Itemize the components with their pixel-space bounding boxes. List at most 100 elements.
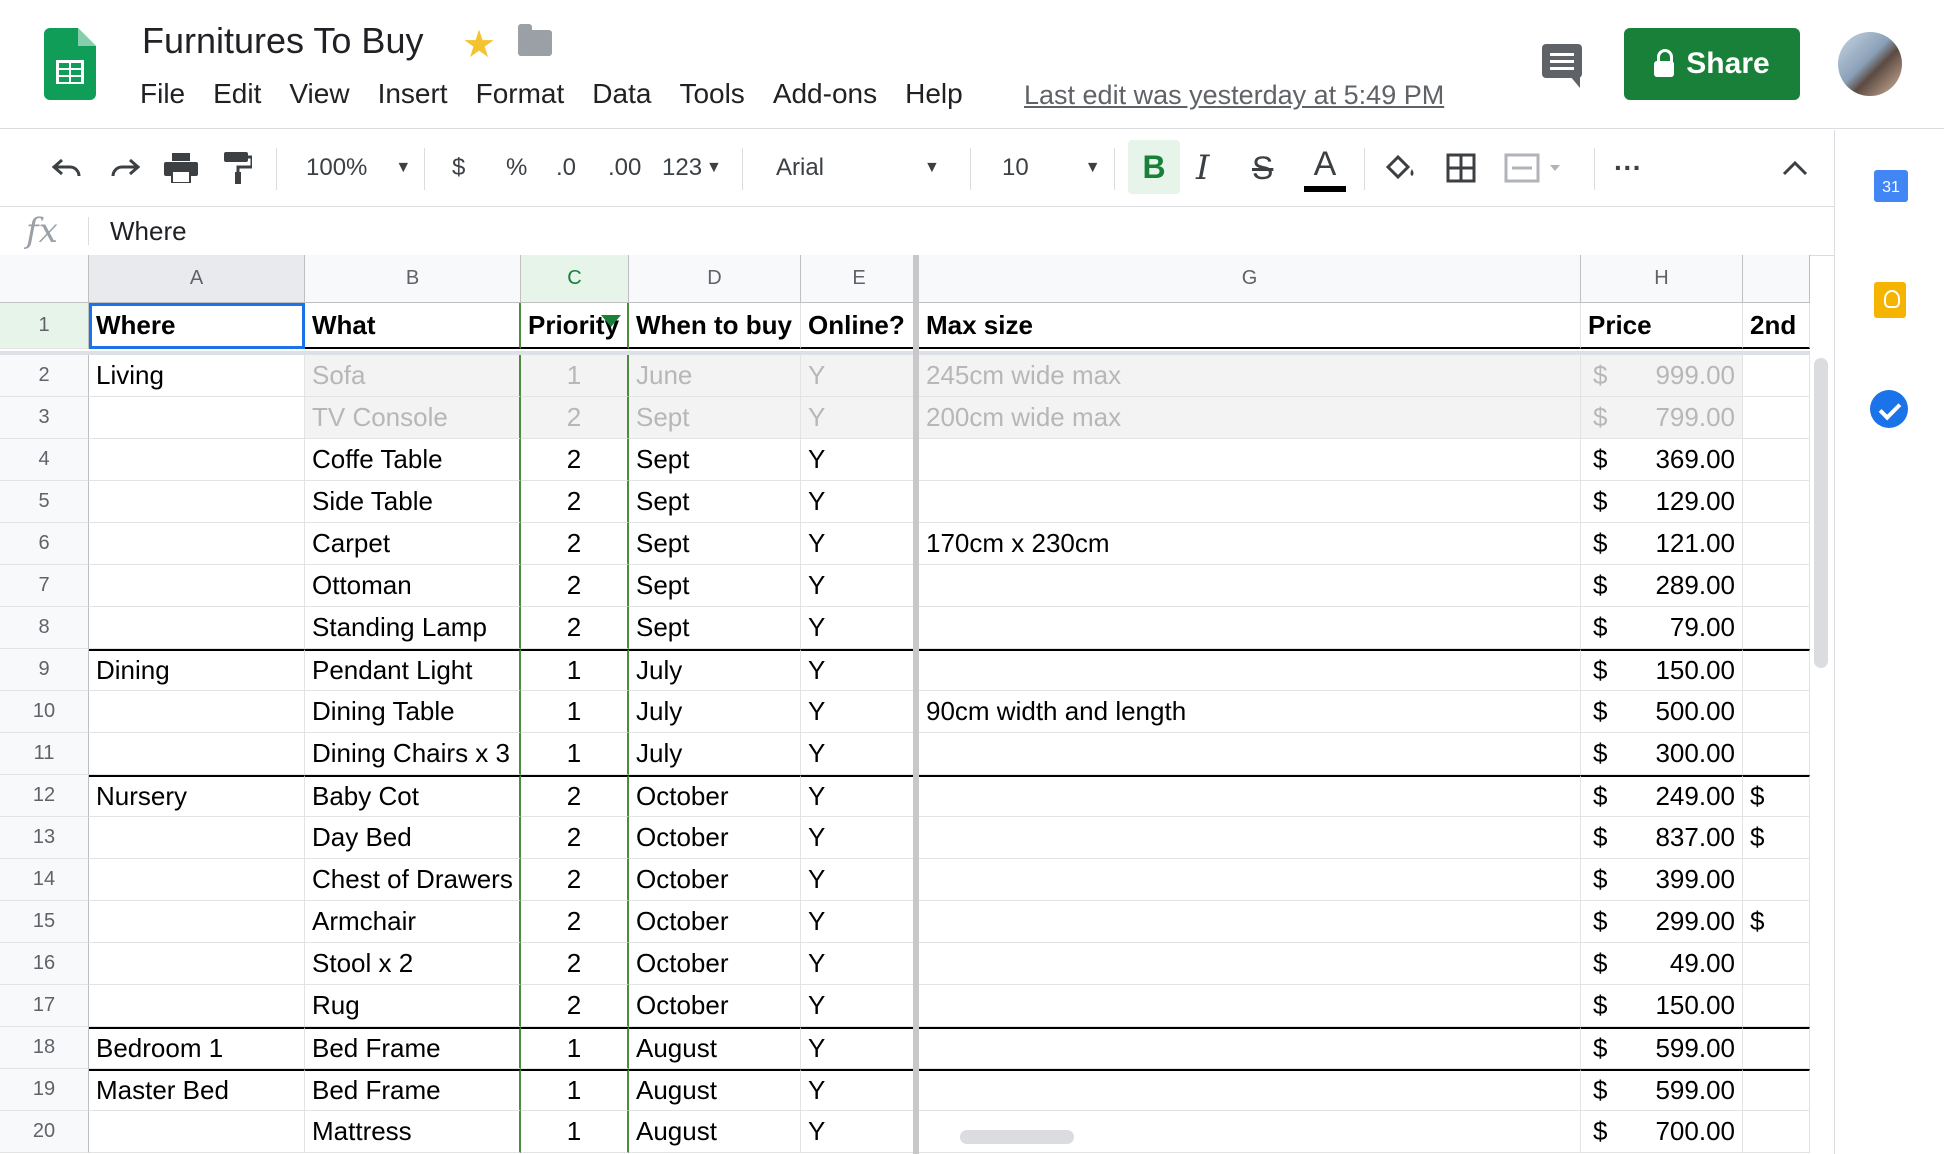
- table-cell[interactable]: 2: [521, 523, 629, 565]
- table-cell[interactable]: Standing Lamp: [305, 607, 521, 649]
- table-cell[interactable]: 200cm wide max: [919, 397, 1581, 439]
- table-cell[interactable]: Y: [801, 523, 918, 565]
- column-header[interactable]: E: [801, 255, 918, 303]
- table-cell[interactable]: [1743, 733, 1810, 775]
- table-cell[interactable]: October: [629, 775, 801, 817]
- horizontal-scrollbar[interactable]: [960, 1130, 1074, 1144]
- table-cell[interactable]: Mattress: [305, 1111, 521, 1153]
- font-size-select[interactable]: 10 ▼: [1002, 130, 1101, 206]
- table-cell[interactable]: TV Console: [305, 397, 521, 439]
- table-cell[interactable]: [919, 733, 1581, 775]
- price-cell[interactable]: 49.00 $: [1581, 943, 1743, 985]
- font-select[interactable]: Arial ▼: [776, 130, 940, 206]
- table-cell[interactable]: [1743, 859, 1810, 901]
- row-header[interactable]: 9: [0, 649, 89, 691]
- table-cell[interactable]: October: [629, 985, 801, 1027]
- table-cell[interactable]: Y: [801, 985, 918, 1027]
- table-cell[interactable]: 2: [521, 439, 629, 481]
- table-cell[interactable]: $: [1743, 817, 1810, 859]
- italic-button[interactable]: I: [1196, 130, 1209, 206]
- table-cell[interactable]: October: [629, 901, 801, 943]
- table-cell[interactable]: 2: [521, 397, 629, 439]
- column-header[interactable]: C: [521, 255, 629, 303]
- table-cell[interactable]: 2: [521, 775, 629, 817]
- row-header[interactable]: 19: [0, 1069, 89, 1111]
- table-cell[interactable]: $: [1743, 901, 1810, 943]
- borders-icon[interactable]: [1446, 130, 1476, 206]
- table-cell[interactable]: [1743, 565, 1810, 607]
- table-cell[interactable]: 90cm width and length: [919, 691, 1581, 733]
- table-cell[interactable]: Y: [801, 1027, 918, 1069]
- row-header[interactable]: 1: [0, 303, 89, 349]
- menu-file[interactable]: File: [140, 78, 199, 110]
- table-cell[interactable]: 2: [521, 481, 629, 523]
- column-header[interactable]: H: [1581, 255, 1743, 303]
- row-header[interactable]: 7: [0, 565, 89, 607]
- table-cell[interactable]: [1743, 523, 1810, 565]
- table-cell[interactable]: [89, 397, 305, 439]
- table-cell[interactable]: [919, 1027, 1581, 1069]
- table-cell[interactable]: October: [629, 817, 801, 859]
- table-cell[interactable]: Day Bed: [305, 817, 521, 859]
- table-cell[interactable]: Sept: [629, 439, 801, 481]
- select-all-corner[interactable]: [0, 255, 89, 303]
- table-cell[interactable]: [89, 733, 305, 775]
- row-header[interactable]: 15: [0, 901, 89, 943]
- price-cell[interactable]: 129.00 $: [1581, 481, 1743, 523]
- table-cell[interactable]: [1743, 607, 1810, 649]
- collapse-toolbar-icon[interactable]: [1782, 130, 1808, 206]
- menu-data[interactable]: Data: [578, 78, 665, 110]
- table-cell[interactable]: [1743, 1069, 1810, 1111]
- price-cell[interactable]: 837.00 $: [1581, 817, 1743, 859]
- folder-icon[interactable]: [518, 24, 552, 56]
- table-cell[interactable]: [919, 607, 1581, 649]
- column-header[interactable]: [1743, 255, 1810, 303]
- table-cell[interactable]: Y: [801, 775, 918, 817]
- table-cell[interactable]: Sept: [629, 481, 801, 523]
- price-cell[interactable]: 289.00 $: [1581, 565, 1743, 607]
- table-cell[interactable]: [89, 1111, 305, 1153]
- increase-decimal-button[interactable]: .00: [608, 130, 641, 206]
- number-format-select[interactable]: 123 ▼: [662, 130, 722, 206]
- table-cell[interactable]: Y: [801, 397, 918, 439]
- row-header[interactable]: 2: [0, 355, 89, 397]
- table-cell[interactable]: 2: [521, 817, 629, 859]
- header-cell[interactable]: Online?: [801, 303, 918, 349]
- document-title[interactable]: Furnitures To Buy: [142, 20, 423, 62]
- table-cell[interactable]: Y: [801, 607, 918, 649]
- column-header[interactable]: A: [89, 255, 305, 303]
- menu-add-ons[interactable]: Add-ons: [759, 78, 891, 110]
- table-cell[interactable]: Rug: [305, 985, 521, 1027]
- table-cell[interactable]: $: [1743, 775, 1810, 817]
- text-color-button[interactable]: A: [1304, 130, 1346, 206]
- print-icon[interactable]: [164, 130, 198, 206]
- filter-icon[interactable]: [601, 315, 621, 327]
- menu-format[interactable]: Format: [462, 78, 579, 110]
- table-cell[interactable]: [919, 943, 1581, 985]
- table-cell[interactable]: [919, 817, 1581, 859]
- table-cell[interactable]: Dining: [89, 649, 305, 691]
- price-cell[interactable]: 249.00 $: [1581, 775, 1743, 817]
- table-cell[interactable]: Y: [801, 733, 918, 775]
- table-cell[interactable]: [919, 649, 1581, 691]
- table-cell[interactable]: [1743, 691, 1810, 733]
- strikethrough-button[interactable]: S: [1252, 130, 1273, 206]
- table-cell[interactable]: Bedroom 1: [89, 1027, 305, 1069]
- table-cell[interactable]: 1: [521, 1111, 629, 1153]
- table-cell[interactable]: August: [629, 1027, 801, 1069]
- table-cell[interactable]: June: [629, 355, 801, 397]
- table-cell[interactable]: July: [629, 691, 801, 733]
- table-cell[interactable]: Y: [801, 355, 918, 397]
- price-cell[interactable]: 150.00 $: [1581, 649, 1743, 691]
- table-cell[interactable]: [89, 943, 305, 985]
- price-cell[interactable]: 599.00 $: [1581, 1069, 1743, 1111]
- table-cell[interactable]: Carpet: [305, 523, 521, 565]
- menu-help[interactable]: Help: [891, 78, 977, 110]
- table-cell[interactable]: 2: [521, 859, 629, 901]
- frozen-column-divider[interactable]: [913, 255, 919, 1154]
- price-cell[interactable]: 700.00 $: [1581, 1111, 1743, 1153]
- table-cell[interactable]: August: [629, 1111, 801, 1153]
- table-cell[interactable]: 1: [521, 649, 629, 691]
- table-cell[interactable]: [919, 775, 1581, 817]
- header-cell[interactable]: 2nd: [1743, 303, 1810, 349]
